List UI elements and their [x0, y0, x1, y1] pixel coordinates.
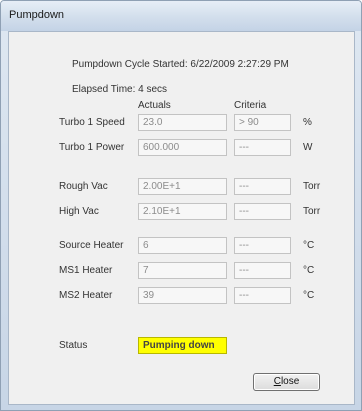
actuals-header: Actuals [138, 100, 171, 111]
turbo1-speed-unit: % [303, 117, 312, 128]
source-heater-label: Source Heater [59, 240, 124, 251]
ms2-heater-actual-field: 39 [138, 287, 227, 304]
source-heater-criteria-field: --- [234, 237, 291, 254]
rough-vac-actual-field: 2.00E+1 [138, 178, 227, 195]
pumpdown-dialog: Pumpdown Pumpdown Cycle Started: 6/22/20… [0, 0, 362, 411]
turbo1-power-criteria-field: --- [234, 139, 291, 156]
close-mnemonic: C [273, 376, 281, 387]
high-vac-criteria-field: --- [234, 203, 291, 220]
cycle-started-text: Pumpdown Cycle Started: 6/22/2009 2:27:2… [72, 59, 289, 70]
rough-vac-criteria-field: --- [234, 178, 291, 195]
high-vac-actual-field: 2.10E+1 [138, 203, 227, 220]
rough-vac-unit: Torr [303, 181, 321, 192]
criteria-header: Criteria [234, 100, 267, 111]
status-label: Status [59, 340, 88, 351]
high-vac-unit: Torr [303, 206, 321, 217]
rough-vac-label: Rough Vac [59, 181, 108, 192]
turbo1-power-unit: W [303, 142, 313, 153]
turbo1-power-label: Turbo 1 Power [59, 142, 125, 153]
status-indicator: Pumping down [138, 337, 227, 354]
high-vac-label: High Vac [59, 206, 99, 217]
turbo1-speed-criteria-field: > 90 [234, 114, 291, 131]
ms2-heater-unit: °C [303, 290, 315, 301]
close-button[interactable]: Close [253, 373, 320, 391]
ms1-heater-unit: °C [303, 265, 315, 276]
turbo1-power-actual-field: 600.000 [138, 139, 227, 156]
ms1-heater-actual-field: 7 [138, 262, 227, 279]
dialog-body: Pumpdown Cycle Started: 6/22/2009 2:27:2… [8, 31, 355, 405]
window-title: Pumpdown [9, 9, 65, 21]
ms2-heater-label: MS2 Heater [59, 290, 113, 301]
turbo1-speed-actual-field: 23.0 [138, 114, 227, 131]
title-bar[interactable]: Pumpdown [1, 1, 361, 31]
ms1-heater-criteria-field: --- [234, 262, 291, 279]
close-label-rest: lose [280, 376, 300, 387]
ms2-heater-criteria-field: --- [234, 287, 291, 304]
source-heater-unit: °C [303, 240, 315, 251]
ms1-heater-label: MS1 Heater [59, 265, 113, 276]
elapsed-time-text: Elapsed Time: 4 secs [72, 84, 168, 95]
turbo1-speed-label: Turbo 1 Speed [59, 117, 125, 128]
source-heater-actual-field: 6 [138, 237, 227, 254]
